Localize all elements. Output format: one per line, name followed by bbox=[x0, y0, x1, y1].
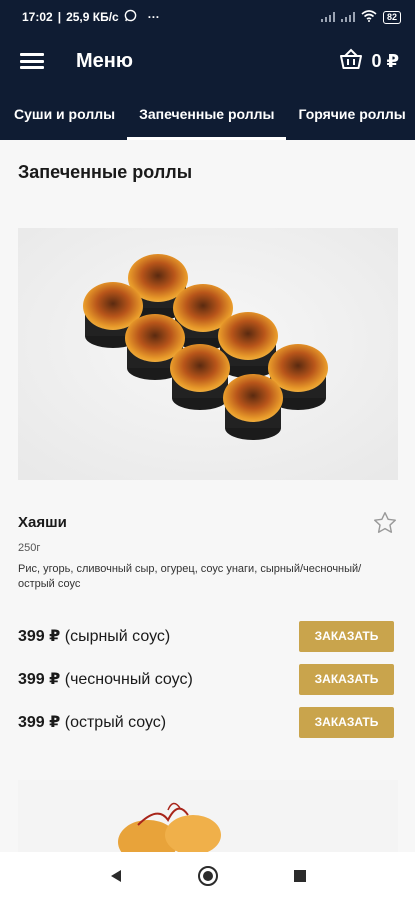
price-option-row: 399 ₽ (чесночный соус) ЗАКАЗАТЬ bbox=[18, 663, 394, 695]
whatsapp-icon bbox=[124, 9, 137, 25]
price-option-row: 399 ₽ (острый соус) ЗАКАЗАТЬ bbox=[18, 706, 394, 738]
product-weight: 250г bbox=[18, 542, 41, 554]
option-sauce: (чесночный соус) bbox=[64, 671, 193, 688]
app-screen: 17:02 | 25,9 КБ/с ··· 82 Меню 0 ₽ Суши и… bbox=[0, 0, 415, 900]
price-option: 399 ₽ (острый соус) bbox=[18, 712, 166, 732]
recent-square-icon[interactable] bbox=[289, 865, 311, 887]
category-tabs: Суши и роллы Запеченные роллы Горячие ро… bbox=[0, 88, 415, 140]
cart-button[interactable]: 0 ₽ bbox=[339, 48, 399, 75]
price-option-row: 399 ₽ (сырный соус) ЗАКАЗАТЬ bbox=[18, 620, 394, 652]
status-bar: 17:02 | 25,9 КБ/с ··· 82 bbox=[0, 0, 415, 34]
status-more-dots: ··· bbox=[147, 10, 160, 24]
signal-icon bbox=[320, 12, 335, 22]
page-title: Меню bbox=[76, 49, 133, 72]
option-price: 399 ₽ bbox=[18, 714, 61, 731]
basket-icon bbox=[339, 48, 363, 75]
price-option: 399 ₽ (сырный соус) bbox=[18, 626, 170, 646]
battery-icon: 82 bbox=[382, 10, 401, 24]
status-time: 17:02 bbox=[22, 10, 53, 24]
option-sauce: (сырный соус) bbox=[64, 628, 171, 645]
product-description: Рис, угорь, сливочный сыр, огурец, соус … bbox=[18, 563, 362, 590]
app-header: Меню 0 ₽ bbox=[0, 34, 415, 88]
system-nav-bar bbox=[0, 852, 415, 900]
price-option: 399 ₽ (чесночный соус) bbox=[18, 669, 193, 689]
signal-2-icon bbox=[340, 12, 355, 22]
product-card: Хаяши 250г Рис, угорь, сливочный сыр, ог… bbox=[18, 228, 398, 758]
cart-total: 0 ₽ bbox=[371, 50, 399, 71]
status-left: 17:02 | 25,9 КБ/с ··· bbox=[22, 9, 160, 25]
next-product-image[interactable] bbox=[18, 780, 398, 852]
main-content[interactable]: Запеченные роллы Хаяши 250г Рис, угорь, … bbox=[0, 140, 415, 852]
tab-baked-rolls[interactable]: Запеченные роллы bbox=[127, 88, 287, 140]
hamburger-icon[interactable] bbox=[20, 51, 44, 71]
star-outline-icon[interactable] bbox=[372, 510, 398, 536]
order-button[interactable]: ЗАКАЗАТЬ bbox=[299, 620, 394, 652]
product-image[interactable] bbox=[18, 228, 398, 480]
tab-sushi-rolls[interactable]: Суши и роллы bbox=[0, 88, 127, 140]
home-circle-icon[interactable] bbox=[197, 865, 219, 887]
product-name: Хаяши bbox=[18, 514, 67, 531]
status-net-speed: 25,9 КБ/с bbox=[66, 10, 119, 24]
status-right: 82 bbox=[320, 9, 401, 25]
order-button[interactable]: ЗАКАЗАТЬ bbox=[299, 706, 394, 738]
tab-hot-rolls[interactable]: Горячие роллы bbox=[286, 88, 415, 140]
back-triangle-icon[interactable] bbox=[105, 865, 127, 887]
option-price: 399 ₽ bbox=[18, 671, 61, 688]
option-price: 399 ₽ bbox=[18, 628, 61, 645]
section-title: Запеченные роллы bbox=[18, 162, 193, 182]
status-separator: | bbox=[57, 10, 62, 24]
order-button[interactable]: ЗАКАЗАТЬ bbox=[299, 663, 394, 695]
option-sauce: (острый соус) bbox=[64, 714, 167, 731]
wifi-icon bbox=[361, 9, 377, 25]
